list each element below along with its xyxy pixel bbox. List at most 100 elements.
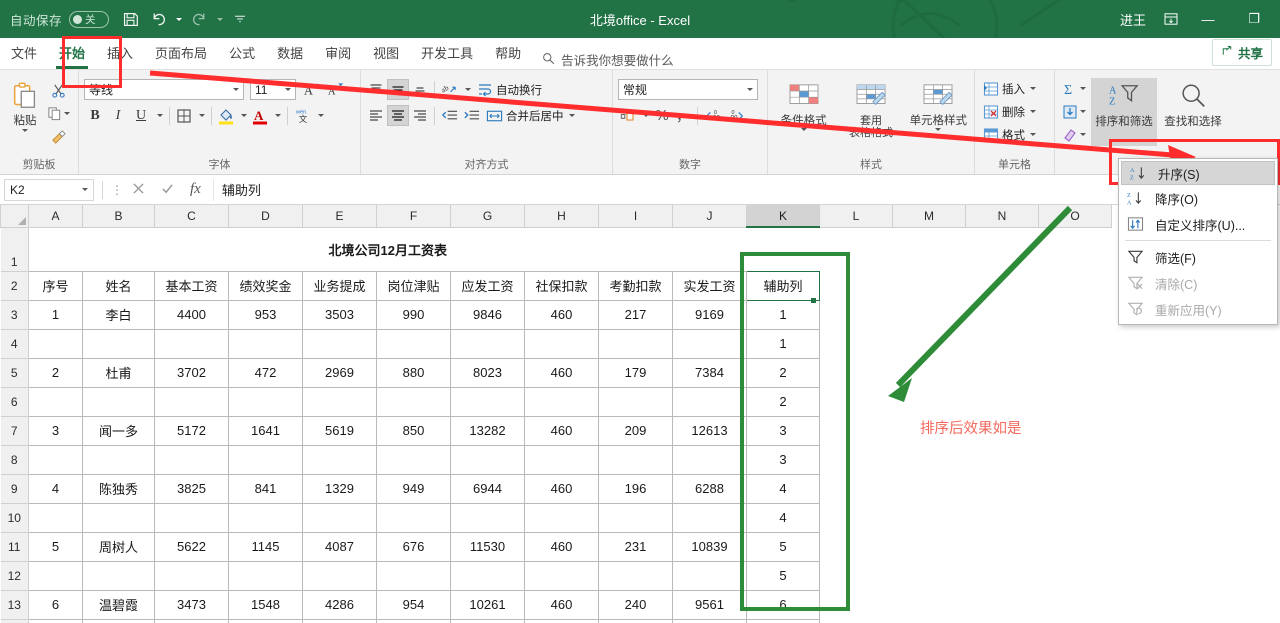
row-header-8[interactable]: 8 [0, 444, 29, 475]
header-cell-K2[interactable]: 辅助列 [746, 270, 820, 301]
menu-item-custom-sort[interactable]: 自定义排序(U)... [1119, 211, 1277, 237]
format-as-table-button[interactable]: 套用 表格格式 [840, 79, 901, 139]
cell-A8[interactable] [28, 444, 83, 475]
row-header-11[interactable]: 11 [0, 531, 29, 562]
paste-button[interactable]: 粘贴 [5, 77, 45, 132]
cell-A9[interactable]: 4 [28, 473, 83, 504]
cell-J12[interactable] [672, 560, 747, 591]
cell-K4[interactable]: 1 [746, 328, 820, 359]
cell-G4[interactable] [450, 328, 525, 359]
phonetic-guide-icon[interactable]: wén 文 [292, 105, 313, 126]
cell-L13[interactable] [819, 590, 893, 619]
cell-H12[interactable] [524, 560, 599, 591]
cell-G3[interactable]: 9846 [450, 299, 525, 330]
minimize-button[interactable]: — [1186, 0, 1230, 38]
cell-H11[interactable]: 460 [524, 531, 599, 562]
cell-H4[interactable] [524, 328, 599, 359]
cell-K7[interactable]: 3 [746, 415, 820, 446]
cell-C11[interactable]: 5622 [154, 531, 229, 562]
cell-E12[interactable] [302, 560, 377, 591]
cell-M4[interactable] [892, 329, 966, 358]
cell-I13[interactable]: 240 [598, 589, 673, 620]
cell-M7[interactable] [892, 416, 966, 445]
cell-J6[interactable] [672, 386, 747, 417]
cell-A4[interactable] [28, 328, 83, 359]
cell-F6[interactable] [376, 386, 451, 417]
maximize-button[interactable]: ❐ [1232, 0, 1276, 38]
cell-K1[interactable] [746, 227, 820, 271]
select-all-corner[interactable] [0, 205, 29, 228]
cell-C12[interactable] [154, 560, 229, 591]
cell-C4[interactable] [154, 328, 229, 359]
cell-C10[interactable] [154, 502, 229, 533]
cell-G14[interactable] [450, 618, 525, 623]
tab-view[interactable]: 视图 [362, 39, 410, 69]
cell-N11[interactable] [965, 532, 1039, 561]
cell-N14[interactable] [965, 619, 1039, 623]
paste-dropdown-icon[interactable] [22, 129, 28, 132]
cell-M9[interactable] [892, 474, 966, 503]
cell-M8[interactable] [892, 445, 966, 474]
underline-button[interactable]: U [130, 105, 152, 126]
selection-fill-handle[interactable] [811, 298, 816, 303]
name-box[interactable]: K2 [4, 178, 94, 201]
sort-filter-button[interactable]: A Z 排序和筛选 [1091, 78, 1157, 146]
cell-styles-button[interactable]: 单元格样式 [908, 79, 969, 131]
cell-K8[interactable]: 3 [746, 444, 820, 475]
header-cell-D2[interactable]: 绩效奖金 [228, 270, 303, 301]
cell-N10[interactable] [965, 503, 1039, 532]
cell-K10[interactable]: 4 [746, 502, 820, 533]
tab-page-layout[interactable]: 页面布局 [144, 39, 218, 69]
column-header-M[interactable]: M [892, 205, 966, 228]
cell-I3[interactable]: 217 [598, 299, 673, 330]
increase-indent-icon[interactable] [461, 105, 482, 126]
accounting-dropdown-icon[interactable] [639, 105, 651, 126]
row-header-2[interactable]: 2 [0, 270, 29, 301]
phonetic-dropdown-icon[interactable] [314, 105, 326, 126]
cell-K12[interactable]: 5 [746, 560, 820, 591]
cell-K11[interactable]: 5 [746, 531, 820, 562]
fill-color-icon[interactable] [216, 105, 236, 126]
cell-L3[interactable] [819, 300, 893, 329]
insert-cells-button[interactable]: 插入 [980, 78, 1039, 99]
column-header-E[interactable]: E [302, 205, 377, 228]
cell-O5[interactable] [1038, 358, 1112, 387]
cell-A3[interactable]: 1 [28, 299, 83, 330]
cell-G11[interactable]: 11530 [450, 531, 525, 562]
cell-F11[interactable]: 676 [376, 531, 451, 562]
percent-style-button[interactable]: % [652, 105, 672, 126]
cell-L8[interactable] [819, 445, 893, 474]
cell-D12[interactable] [228, 560, 303, 591]
cell-G13[interactable]: 10261 [450, 589, 525, 620]
clear-button[interactable] [1060, 124, 1088, 145]
tab-developer[interactable]: 开发工具 [410, 39, 484, 69]
header-cell-I2[interactable]: 考勤扣款 [598, 270, 673, 301]
cell-K14[interactable]: 6 [746, 618, 820, 623]
cell-F5[interactable]: 880 [376, 357, 451, 388]
cell-L14[interactable] [819, 619, 893, 623]
font-name-combo[interactable]: 等线 [84, 79, 244, 100]
tab-insert[interactable]: 插入 [96, 39, 144, 69]
cell-O6[interactable] [1038, 387, 1112, 416]
cell-C8[interactable] [154, 444, 229, 475]
cell-H6[interactable] [524, 386, 599, 417]
cell-A7[interactable]: 3 [28, 415, 83, 446]
cancel-icon[interactable] [132, 182, 145, 198]
cell-M14[interactable] [892, 619, 966, 623]
cell-F14[interactable] [376, 618, 451, 623]
cell-B14[interactable] [82, 618, 155, 623]
cell-I7[interactable]: 209 [598, 415, 673, 446]
cell-O8[interactable] [1038, 445, 1112, 474]
column-header-F[interactable]: F [376, 205, 451, 228]
cell-L11[interactable] [819, 532, 893, 561]
cell-N4[interactable] [965, 329, 1039, 358]
header-cell-F2[interactable]: 岗位津贴 [376, 270, 451, 301]
column-header-H[interactable]: H [524, 205, 599, 228]
header-cell-E2[interactable]: 业务提成 [302, 270, 377, 301]
cell-D3[interactable]: 953 [228, 299, 303, 330]
cell-N12[interactable] [965, 561, 1039, 590]
sheet-title-cell[interactable]: 北境公司12月工资表 [28, 227, 747, 271]
cell-O14[interactable] [1038, 619, 1112, 623]
cell-E6[interactable] [302, 386, 377, 417]
cell-B3[interactable]: 李白 [82, 299, 155, 330]
